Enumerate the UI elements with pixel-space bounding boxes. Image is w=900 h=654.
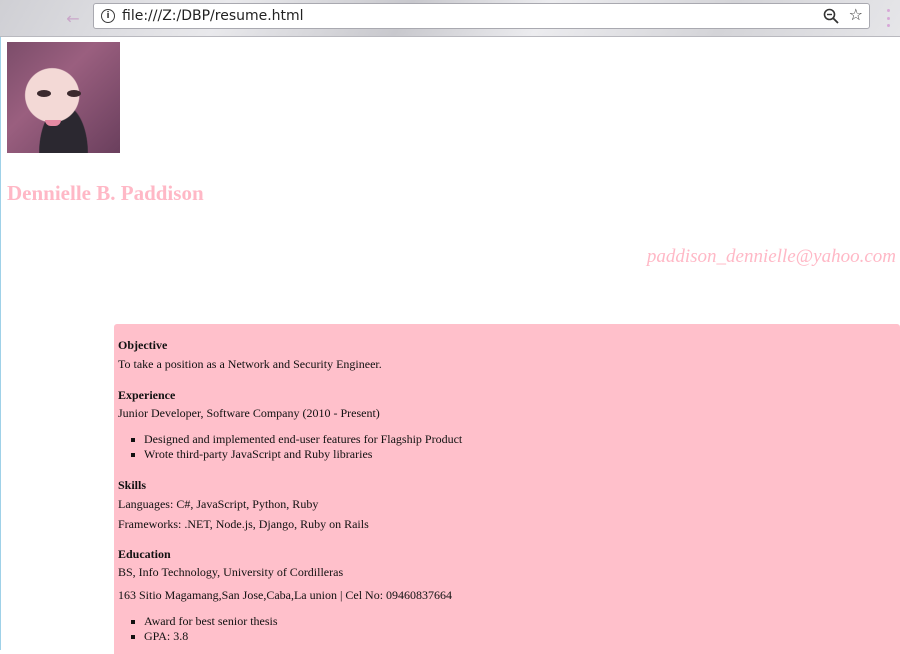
divider [0, 37, 1, 650]
list-item: Wrote third-party JavaScript and Ruby li… [118, 447, 462, 462]
zoom-icon[interactable] [823, 8, 839, 24]
star-icon[interactable]: ☆ [849, 5, 863, 24]
profile-email: paddison_dennielle@yahoo.com [646, 246, 896, 267]
menu-icon[interactable] [887, 9, 891, 27]
url-text[interactable]: file:///Z:/DBP/resume.html [122, 8, 304, 24]
address-bar[interactable]: i file:///Z:/DBP/resume.html ☆ [93, 3, 870, 29]
resume-section: Objective To take a position as a Networ… [114, 324, 900, 654]
experience-bullets: Designed and implemented end-user featur… [118, 432, 462, 462]
objective-text: To take a position as a Network and Secu… [118, 357, 382, 371]
skills-heading: Skills [118, 478, 147, 492]
info-icon[interactable]: i [101, 9, 115, 23]
back-arrow-icon[interactable]: ← [62, 7, 84, 29]
browser-toolbar: ← i file:///Z:/DBP/resume.html ☆ [0, 0, 900, 37]
list-item: Designed and implemented end-user featur… [118, 432, 462, 447]
experience-heading: Experience [118, 388, 176, 402]
profile-photo [7, 42, 120, 153]
list-item: Award for best senior thesis [118, 614, 278, 629]
education-contact: 163 Sitio Magamang,San Jose,Caba,La unio… [118, 588, 453, 602]
profile-name: Dennielle B. Paddison [7, 181, 204, 205]
page-content: Dennielle B. Paddison paddison_dennielle… [0, 37, 900, 654]
skills-languages: Languages: C#, JavaScript, Python, Ruby [118, 497, 319, 511]
skills-frameworks: Frameworks: .NET, Node.js, Django, Ruby … [118, 517, 369, 531]
education-heading: Education [118, 547, 171, 561]
experience-role: Junior Developer, Software Company (2010… [118, 406, 380, 420]
education-bullets: Award for best senior thesis GPA: 3.8 [118, 614, 278, 644]
list-item: GPA: 3.8 [118, 629, 278, 644]
objective-heading: Objective [118, 338, 168, 352]
education-degree: BS, Info Technology, University of Cordi… [118, 565, 344, 579]
